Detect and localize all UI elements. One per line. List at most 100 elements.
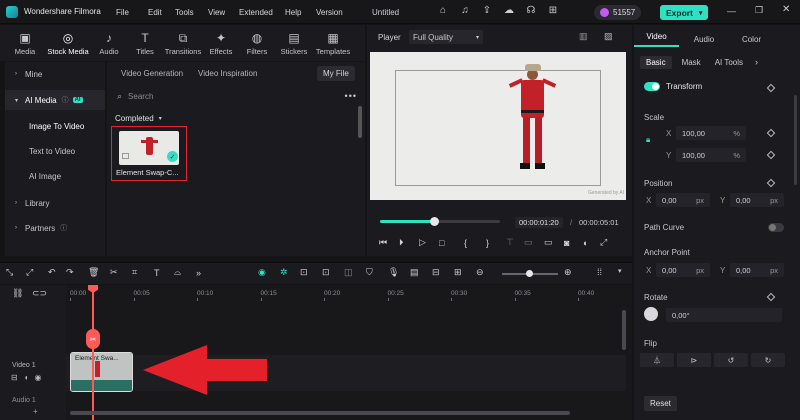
insert-icon[interactable]: ⊤ <box>506 237 524 248</box>
anchor-y-field[interactable]: 0,00 px <box>730 263 784 277</box>
multi-select-icon[interactable]: ⤢ <box>26 267 48 278</box>
sidebar-item-ai-image[interactable]: AI Image <box>5 164 105 189</box>
tab-video-inspiration[interactable]: Video Inspiration <box>198 69 257 78</box>
reset-button[interactable]: Reset <box>644 396 677 411</box>
mark-in-icon[interactable]: { <box>464 238 486 248</box>
auto-ripple-icon[interactable]: ◉ <box>258 267 280 278</box>
rotate-right-icon[interactable]: ↻ <box>751 353 785 367</box>
mark-out-icon[interactable]: } <box>486 238 506 248</box>
grid-view-icon[interactable]: ▥ <box>579 31 588 42</box>
track-audio-icon[interactable]: ◖ <box>24 373 29 382</box>
generated-thumbnail[interactable]: ✓ Element Swap-C... <box>111 126 187 181</box>
fullscreen-icon[interactable]: ⤢ <box>600 237 616 248</box>
scale-y-field[interactable]: 100,00 % <box>676 148 746 162</box>
timeline-horizontal-scrollbar[interactable] <box>70 411 570 415</box>
menu-help[interactable]: Help <box>285 8 316 17</box>
flip-horizontal-icon[interactable]: ⏃ <box>640 353 674 367</box>
rotate-field[interactable]: 0,00° <box>666 308 782 322</box>
pip-icon[interactable]: ⊟ <box>432 267 454 278</box>
credits-badge[interactable]: 51557 <box>594 5 642 20</box>
rotate-left-icon[interactable]: ↺ <box>714 353 748 367</box>
add-track-icon[interactable]: ⛓ <box>12 288 23 299</box>
add-icon[interactable]: + <box>33 407 38 416</box>
delete-icon[interactable]: 🗑︎ <box>88 267 110 278</box>
tab-color[interactable]: Color <box>729 35 774 44</box>
timeline-playhead[interactable] <box>92 285 94 420</box>
menu-tools[interactable]: Tools <box>175 8 208 17</box>
text-icon[interactable]: T <box>154 268 174 278</box>
zoom-slider-knob[interactable] <box>526 270 533 277</box>
toolbar-transitions[interactable]: ⧉ Transitions <box>163 31 203 56</box>
toolbar-stickers[interactable]: ▤ Stickers <box>275 31 313 56</box>
keyframe-diamond-icon[interactable] <box>766 150 776 160</box>
toolbar-filters[interactable]: ◍ Filters <box>239 31 275 56</box>
video-preview[interactable]: Generated by AI <box>370 52 626 200</box>
stop-icon[interactable]: □ <box>439 238 464 248</box>
shield-icon[interactable]: ⛉ <box>366 267 388 278</box>
subtab-basic[interactable]: Basic <box>640 55 672 69</box>
subtab-ai-tools[interactable]: AI Tools <box>711 56 747 69</box>
toolbar-audio[interactable]: ♪ Audio <box>91 31 127 56</box>
tab-video-generation[interactable]: Video Generation <box>121 69 183 78</box>
zoom-out-icon[interactable]: ⊖ <box>476 267 490 278</box>
quality-select[interactable]: Full Quality ▾ <box>409 30 483 44</box>
cloud-icon[interactable]: ☁ <box>502 5 516 16</box>
toolbar-stock-media[interactable]: ◎ Stock Media <box>45 31 91 56</box>
timeline-vertical-scrollbar[interactable] <box>622 310 626 350</box>
restore-icon[interactable]: ❐ <box>755 5 763 16</box>
gift-icon[interactable]: ⌂ <box>436 5 450 16</box>
more-icon[interactable]: ••• <box>345 91 357 101</box>
playback-progress[interactable] <box>380 217 500 226</box>
mic-icon[interactable]: 🎙︎ <box>388 267 410 278</box>
toolbar-templates[interactable]: ▦ Templates <box>313 31 353 56</box>
menu-edit[interactable]: Edit <box>148 8 175 17</box>
grid-dots-icon[interactable]: ⁞⁞ <box>597 267 602 277</box>
share-icon[interactable]: ⇪ <box>480 5 494 16</box>
split-scissors-icon[interactable]: ✂ <box>86 329 100 349</box>
position-x-field[interactable]: 0,00 px <box>656 193 710 207</box>
sidebar-item-text-to-video[interactable]: Text to Video <box>5 139 105 164</box>
my-file-button[interactable]: My File <box>317 66 355 81</box>
playhead-knob[interactable] <box>430 217 439 226</box>
sidebar-item-library[interactable]: › Library <box>5 193 105 213</box>
image-snapshot-icon[interactable]: ▨ <box>604 31 613 42</box>
bell-icon[interactable]: ♫ <box>458 5 472 16</box>
grid-icon[interactable]: ⊞ <box>546 5 560 16</box>
media-scrollbar[interactable] <box>358 106 362 138</box>
menu-view[interactable]: View <box>208 8 239 17</box>
select-tool-icon[interactable]: ⤡ <box>6 267 26 278</box>
timeline-ruler[interactable]: 00:00 00:05 00:10 00:15 00:20 00:25 00:30 00:35… <box>66 285 626 301</box>
menu-file[interactable]: File <box>116 8 148 17</box>
completed-header[interactable]: Completed ▾ <box>115 114 162 123</box>
menu-extended[interactable]: Extended <box>239 8 285 17</box>
scale-x-field[interactable]: 100,00 % <box>676 126 746 140</box>
lock-icon[interactable]: 🔒︎ <box>646 135 650 145</box>
toolbar-media[interactable]: ▣ Media <box>5 31 45 56</box>
sidebar-item-mine[interactable]: › Mine <box>5 64 105 84</box>
search-bar[interactable]: ⌕ Search ••• <box>117 89 357 103</box>
tab-audio[interactable]: Audio <box>679 35 729 44</box>
split-icon[interactable]: ✂ <box>110 267 132 278</box>
track-visible-icon[interactable]: ◉ <box>35 373 42 382</box>
export-button[interactable]: Export ▾ <box>660 5 709 20</box>
subtab-mask[interactable]: Mask <box>672 56 711 69</box>
anchor-x-field[interactable]: 0,00 px <box>656 263 710 277</box>
minimize-icon[interactable]: — <box>727 6 736 16</box>
display-icon[interactable]: ⊞ <box>454 267 476 278</box>
search-input[interactable]: Search <box>128 92 153 101</box>
more-tools-icon[interactable]: ⌓ <box>174 267 196 278</box>
path-curve-toggle[interactable] <box>768 223 784 232</box>
ai-audio-icon[interactable]: ⊡ <box>300 267 322 278</box>
transform-toggle[interactable] <box>644 82 660 91</box>
position-y-field[interactable]: 0,00 px <box>730 193 784 207</box>
frame-forward-icon[interactable]: ⏵ <box>399 237 419 248</box>
flip-vertical-icon[interactable]: ⊳ <box>677 353 711 367</box>
sidebar-item-image-to-video[interactable]: Image To Video <box>5 114 105 139</box>
menu-version[interactable]: Version <box>316 8 351 17</box>
camera-icon[interactable]: ◙ <box>564 238 582 248</box>
play-icon[interactable]: ▷ <box>419 237 439 248</box>
keyframe-diamond-icon[interactable] <box>766 128 776 138</box>
display-icon[interactable]: ▭ <box>544 237 564 248</box>
chevron-down-icon[interactable]: ▾ <box>618 267 622 275</box>
tab-video[interactable]: Video <box>634 32 679 47</box>
